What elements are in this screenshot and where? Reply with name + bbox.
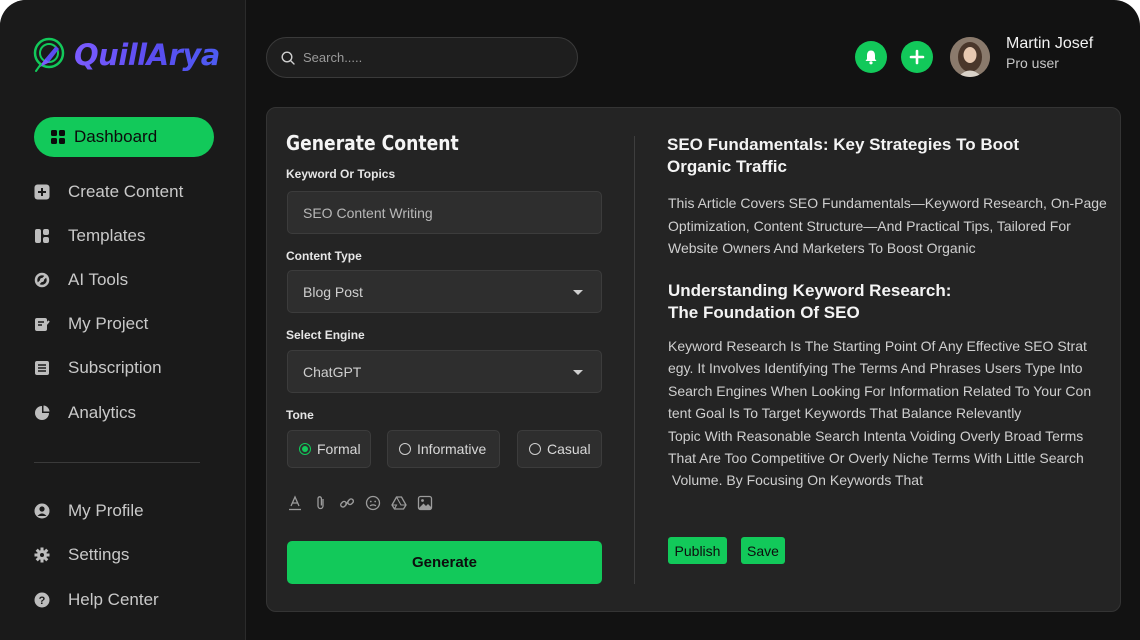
sidebar-item-help-center[interactable]: ? Help Center [34,587,159,613]
app-window: QuillArya Dashboard Create Content Templ… [0,0,1140,640]
sidebar-item-label: Help Center [68,590,159,609]
sidebar-item-settings[interactable]: Settings [34,542,129,568]
sidebar-item-label: Templates [68,226,146,245]
engine-label: Select Engine [286,328,365,342]
card-divider [634,136,635,584]
brand-name: QuillArya [74,38,220,72]
sidebar-item-ai-tools[interactable]: AI Tools [34,267,128,293]
sidebar-item-templates[interactable]: Templates [34,223,145,249]
sidebar-divider [34,462,200,463]
attachment-icon[interactable] [313,495,329,511]
user-icon [34,503,50,519]
user-name: Martin Josef [1006,35,1094,52]
sidebar-item-analytics[interactable]: Analytics [34,400,136,426]
section-title-line: Understanding Keyword Research: [668,281,952,300]
sidebar-item-label: Subscription [68,358,162,377]
svg-text:?: ? [39,595,46,607]
project-icon [34,316,50,332]
search-bar[interactable] [266,37,578,78]
article-body-line: Topic With Reasonable Search Intenta Voi… [668,427,1084,444]
article-body-line: egy. It Involves Identifying The Terms A… [668,360,1083,377]
radio-unselected-icon [399,443,411,455]
rocket-logo-icon [33,37,65,72]
drive-icon[interactable] [391,495,407,511]
sidebar-item-label: Dashboard [74,127,158,146]
pie-chart-icon [34,405,50,421]
plus-square-icon [34,184,50,200]
tone-option-label: Formal [317,441,361,457]
sidebar-item-label: Create Content [68,182,184,201]
keyword-label: Keyword Or Topics [286,167,396,181]
form-title: Generate Content [286,131,459,155]
article-body-line: Keyword Research Is The Starting Point O… [668,338,1087,354]
section-title-line: The Foundation Of SEO [668,303,860,322]
sidebar-item-label: My Project [68,314,149,333]
tone-option-formal[interactable]: Formal [287,430,371,468]
article-title: SEO Fundamentals: Key Strategies To Boot… [667,135,1020,176]
editor-toolbar [287,495,433,511]
emoji-icon[interactable] [365,495,381,511]
help-icon: ? [34,592,50,608]
sidebar-item-create-content[interactable]: Create Content [34,179,183,205]
image-icon[interactable] [417,495,433,511]
brand-logo[interactable]: QuillArya [30,36,220,74]
generate-button[interactable]: Generate [287,541,602,584]
tone-option-label: Casual [547,441,591,457]
radio-unselected-icon [529,443,541,455]
grid-icon [51,130,65,144]
sidebar-item-label: My Profile [68,501,144,520]
avatar[interactable] [950,37,990,77]
content-type-value: Blog Post [303,283,363,300]
tone-option-informative[interactable]: Informative [387,430,500,468]
sidebar-item-subscription[interactable]: Subscription [34,355,162,381]
search-input[interactable] [303,50,553,65]
sidebar: QuillArya Dashboard Create Content Templ… [0,0,246,640]
tone-option-casual[interactable]: Casual [517,430,602,468]
save-button[interactable]: Save [741,537,785,564]
content-type-select[interactable]: Blog Post [287,270,602,313]
text-format-icon[interactable] [287,495,303,511]
publish-button[interactable]: Publish [668,537,727,564]
bell-icon [865,50,877,65]
search-icon [281,50,295,65]
tone-option-label: Informative [417,441,487,457]
keyword-input[interactable]: SEO Content Writing [287,191,602,234]
link-icon[interactable] [339,495,355,511]
article-body: Keyword Research Is The Starting Point O… [668,335,1110,492]
engine-value: ChatGPT [303,363,362,380]
sidebar-item-label: AI Tools [68,270,129,289]
article-body-line: That Are Too Competitive Or Overly Niche… [668,450,1084,467]
article-body-line: Search Engines When Looking For Informat… [668,382,1092,399]
article-intro: This Article Covers SEO Fundamentals—Key… [668,195,1107,256]
sidebar-item-dashboard[interactable]: Dashboard [34,117,214,157]
sidebar-item-my-project[interactable]: My Project [34,311,148,337]
chevron-down-icon [573,290,583,295]
chevron-down-icon [573,370,583,375]
keyword-placeholder: SEO Content Writing [303,204,433,221]
sidebar-item-label: Analytics [68,403,137,422]
article-body-line: Volume. By Focusing On Keywords That [668,472,923,489]
article-body-line: tent Goal Is To Target Keywords That Bal… [668,405,1022,422]
radio-selected-icon [299,443,311,455]
user-photo [950,37,990,77]
sidebar-item-label: Settings [68,545,130,564]
sidebar-item-my-profile[interactable]: My Profile [34,498,144,524]
ai-tools-icon [34,272,50,288]
article-section-title: Understanding Keyword Research: The Foun… [668,280,1028,324]
templates-icon [34,228,50,244]
engine-select[interactable]: ChatGPT [287,350,602,393]
notifications-button[interactable] [855,41,887,73]
subscription-icon [34,360,50,376]
user-role: Pro user [1006,55,1059,71]
content-type-label: Content Type [286,249,362,263]
gear-icon [34,547,50,563]
add-button[interactable] [901,41,933,73]
tone-label: Tone [286,408,314,422]
plus-icon [909,49,925,65]
